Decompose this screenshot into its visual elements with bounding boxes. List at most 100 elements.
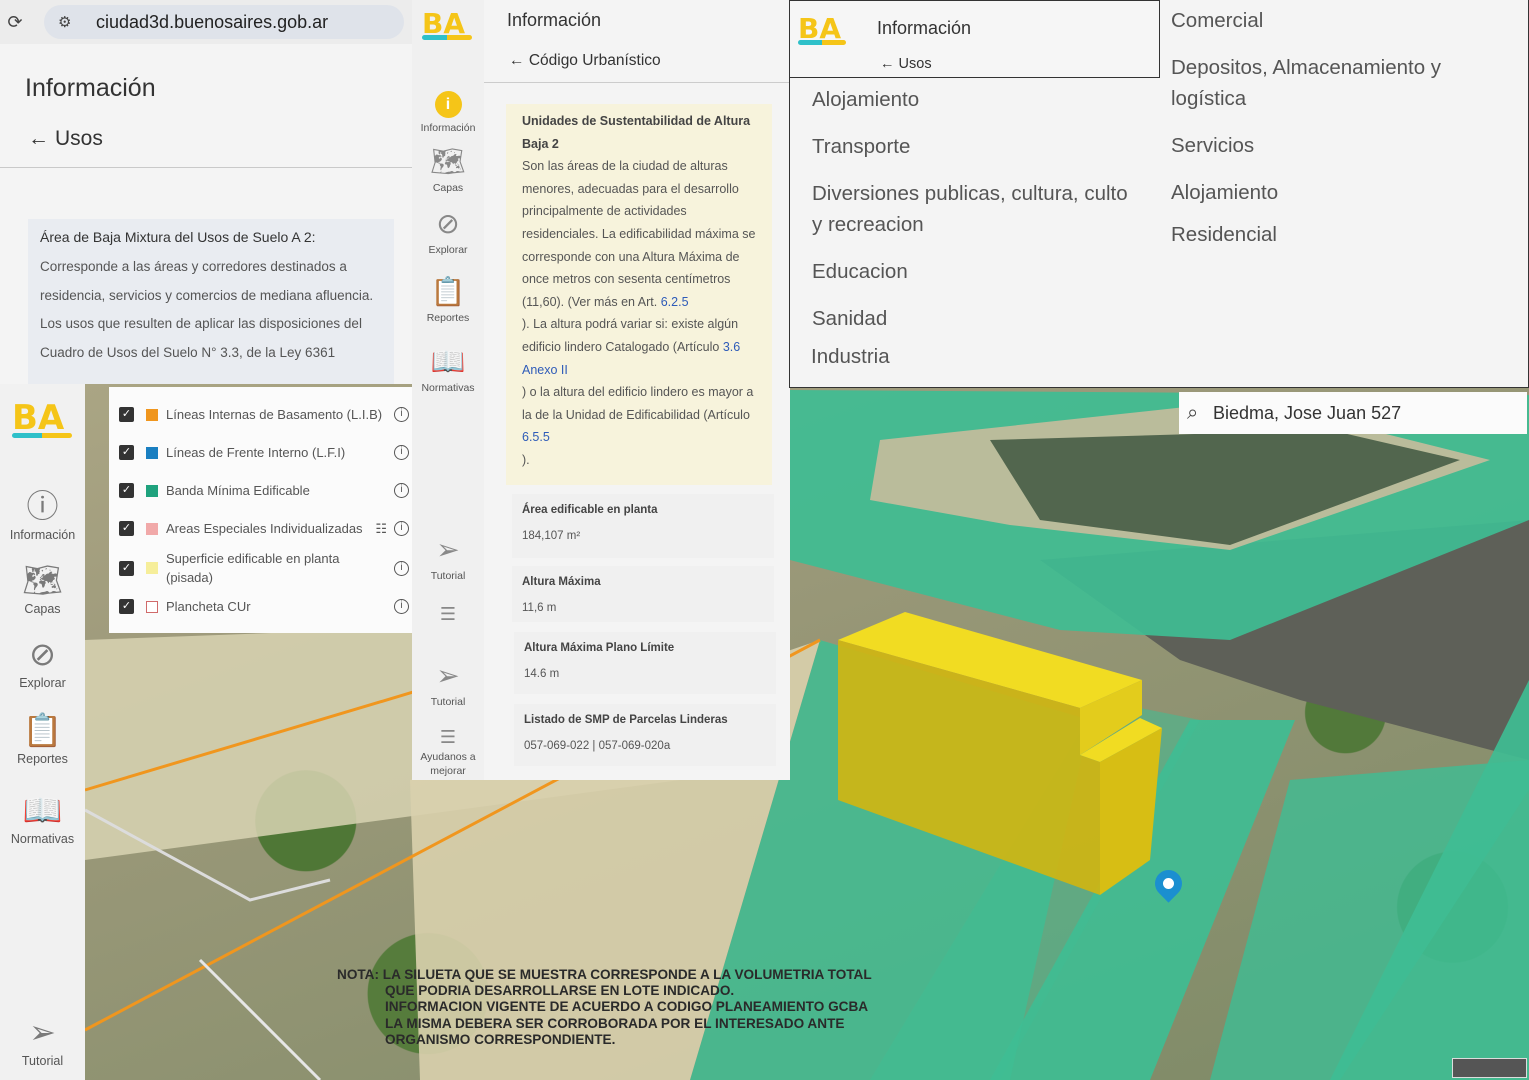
article-link[interactable]: 6.2.5 xyxy=(661,295,689,309)
feedback-button[interactable]: ☰ xyxy=(412,598,484,630)
field-area-edificable: Área edificable en planta 184,107 m² xyxy=(512,494,774,558)
sidebar-item-tutorial[interactable]: ➢ Tutorial xyxy=(0,1014,85,1068)
checkbox[interactable]: ✓ xyxy=(119,560,134,576)
layer-info-icon[interactable]: i xyxy=(394,560,409,576)
sidebar-item-normativas[interactable]: 📖 Normativas xyxy=(0,792,85,846)
info-panel-right: BA Información ← Usos xyxy=(789,0,1160,78)
layer-info-icon[interactable]: i xyxy=(394,483,409,498)
info-panel: Información ← Usos Área de Baja Mixtura d… xyxy=(0,44,412,384)
uses-list: Alojamiento Transporte Diversiones publi… xyxy=(789,78,1160,388)
nav-item-tutorial[interactable]: ➢ Tutorial xyxy=(412,534,484,582)
nav-rail: BA i Información 🗺 Capas ⊘ Explorar 📋 Re… xyxy=(412,0,484,780)
nav-item-normativas[interactable]: 📖 Normativas xyxy=(412,346,484,394)
url-text: ciudad3d.buenosaires.gob.ar xyxy=(96,11,329,32)
back-button[interactable]: ← Usos xyxy=(28,127,109,151)
uses-list-right: Comercial Depositos, Almacenamiento y log… xyxy=(1160,0,1529,388)
address-search[interactable]: ⌕ xyxy=(1179,392,1527,434)
disclaimer-note: NOTA: LA SILUETA QUE SE MUESTRA CORRESPO… xyxy=(337,967,872,1047)
sidebar-item-explorar[interactable]: ⊘ Explorar xyxy=(0,636,85,690)
arrow-left-icon: ← xyxy=(880,56,899,72)
sidebar-item-informacion[interactable]: ⓘ Información xyxy=(0,488,85,542)
search-icon[interactable]: ⌕ xyxy=(1187,402,1213,425)
ba-logo[interactable]: BA xyxy=(12,398,72,438)
send-icon: ➢ xyxy=(436,534,460,565)
nav-item-informacion[interactable]: i Información xyxy=(412,84,484,134)
layer-row[interactable]: ✓ Areas Especiales Individualizadas ☷ i xyxy=(119,519,409,538)
info-icon: i xyxy=(434,91,462,118)
feedback-button[interactable]: ☰ Ayudanos a mejorar xyxy=(412,726,484,778)
checkbox[interactable]: ✓ xyxy=(119,483,134,498)
field-altura-plano-limite: Altura Máxima Plano Límite 14.6 m xyxy=(514,632,776,694)
feedback-icon: ☰ xyxy=(439,604,457,624)
sidebar-item-reportes[interactable]: 📋 Reportes xyxy=(0,712,85,766)
layer-row[interactable]: ✓ Líneas Internas de Basamento (L.I.B) i xyxy=(119,405,409,424)
book-icon: 📖 xyxy=(22,792,63,828)
ba-logo[interactable]: BA xyxy=(422,6,472,40)
compass-icon: ⊘ xyxy=(29,636,56,672)
layer-label: Líneas Internas de Basamento (L.I.B) xyxy=(166,407,383,422)
ba-logo[interactable]: BA xyxy=(798,11,846,45)
layers-panel: ✓ Líneas Internas de Basamento (L.I.B) i… xyxy=(109,387,412,633)
checkbox[interactable]: ✓ xyxy=(119,445,134,460)
sidebar: BA ⓘ Información 🗺 Capas ⊘ Explorar 📋 Re… xyxy=(0,384,85,1080)
use-item[interactable]: Servicios xyxy=(1171,130,1254,161)
info-card-line: Los usos que resulten de aplicar las dis… xyxy=(40,316,362,331)
book-icon: 📖 xyxy=(430,346,466,377)
info-icon: ⓘ xyxy=(26,488,59,524)
article-link[interactable]: 6.5.5 xyxy=(522,430,550,444)
nav-item-reportes[interactable]: 📋 Reportes xyxy=(412,276,484,324)
use-item[interactable]: Comercial xyxy=(1171,5,1263,36)
layer-swatch xyxy=(146,484,158,497)
layer-swatch xyxy=(146,600,158,613)
use-item[interactable]: Residencial xyxy=(1171,219,1277,250)
url-field[interactable]: ⚙ ciudad3d.buenosaires.gob.ar xyxy=(44,5,404,39)
back-button[interactable]: ← Usos xyxy=(880,56,932,72)
send-icon: ➢ xyxy=(436,660,460,691)
nav-item-explorar[interactable]: ⊘ Explorar xyxy=(412,208,484,256)
panel-title: Información xyxy=(877,18,972,38)
info-card-line: Corresponde a las áreas y corredores des… xyxy=(40,259,347,274)
layer-swatch xyxy=(146,446,158,459)
layer-label: Superficie edificable en planta (pisada) xyxy=(166,551,340,585)
layer-row[interactable]: ✓ Banda Mínima Edificable i xyxy=(119,481,409,500)
checkbox[interactable]: ✓ xyxy=(119,599,134,614)
nav-item-capas[interactable]: 🗺 Capas xyxy=(412,146,484,194)
divider xyxy=(0,167,412,168)
use-item[interactable]: Alojamiento xyxy=(812,84,919,115)
use-item[interactable]: Industria xyxy=(811,341,890,372)
table-icon[interactable]: ☷ xyxy=(375,521,387,537)
reload-icon[interactable]: ⟳ xyxy=(0,12,30,33)
panel-title: Información xyxy=(25,74,156,102)
info-card-line: Cuadro de Usos del Suelo N° 3.3, de la L… xyxy=(40,344,336,360)
checkbox[interactable]: ✓ xyxy=(119,521,134,536)
use-item[interactable]: Educacion xyxy=(812,256,908,287)
sidebar-item-capas[interactable]: 🗺 Capas xyxy=(0,562,85,616)
nav-item-tutorial[interactable]: ➢ Tutorial xyxy=(412,660,484,708)
layer-row[interactable]: ✓ Superficie edificable en planta (pisada… xyxy=(119,549,409,587)
use-item[interactable]: Alojamiento xyxy=(1171,177,1278,208)
back-button[interactable]: ← Código Urbanístico xyxy=(509,52,661,70)
layer-info-icon[interactable]: i xyxy=(394,445,409,460)
field-parcelas-linderas: Listado de SMP de Parcelas Linderas 057-0… xyxy=(514,704,776,766)
layer-row[interactable]: ✓ Líneas de Frente Interno (L.F.I) i xyxy=(119,443,409,462)
use-item[interactable]: Sanidad xyxy=(812,303,887,334)
layer-info-icon[interactable]: i xyxy=(394,521,409,536)
map-icon: 🗺 xyxy=(430,146,466,177)
layer-info-icon[interactable]: i xyxy=(394,599,409,614)
use-item[interactable]: Diversiones publicas, cultura, culto y re… xyxy=(812,178,1128,240)
use-item[interactable]: Depositos, Almacenamiento y logística xyxy=(1171,52,1441,114)
use-item[interactable]: Transporte xyxy=(812,131,910,162)
article-link[interactable]: 3.6 xyxy=(723,340,740,354)
layer-swatch xyxy=(146,562,158,574)
back-label: Usos xyxy=(55,127,103,150)
checkbox[interactable]: ✓ xyxy=(119,407,134,422)
layer-swatch xyxy=(146,408,158,421)
info-card-title: Área de Baja Mixtura del Usos de Suelo A… xyxy=(40,229,316,245)
minimap[interactable] xyxy=(1452,1058,1527,1078)
layer-info-icon[interactable]: i xyxy=(394,407,409,422)
search-input[interactable] xyxy=(1213,402,1513,424)
annex-link[interactable]: Anexo II xyxy=(522,363,568,377)
layer-row[interactable]: ✓ Plancheta CUr i xyxy=(119,597,409,616)
feedback-icon: ☰ xyxy=(439,727,457,747)
site-settings-icon[interactable]: ⚙ xyxy=(58,13,80,31)
